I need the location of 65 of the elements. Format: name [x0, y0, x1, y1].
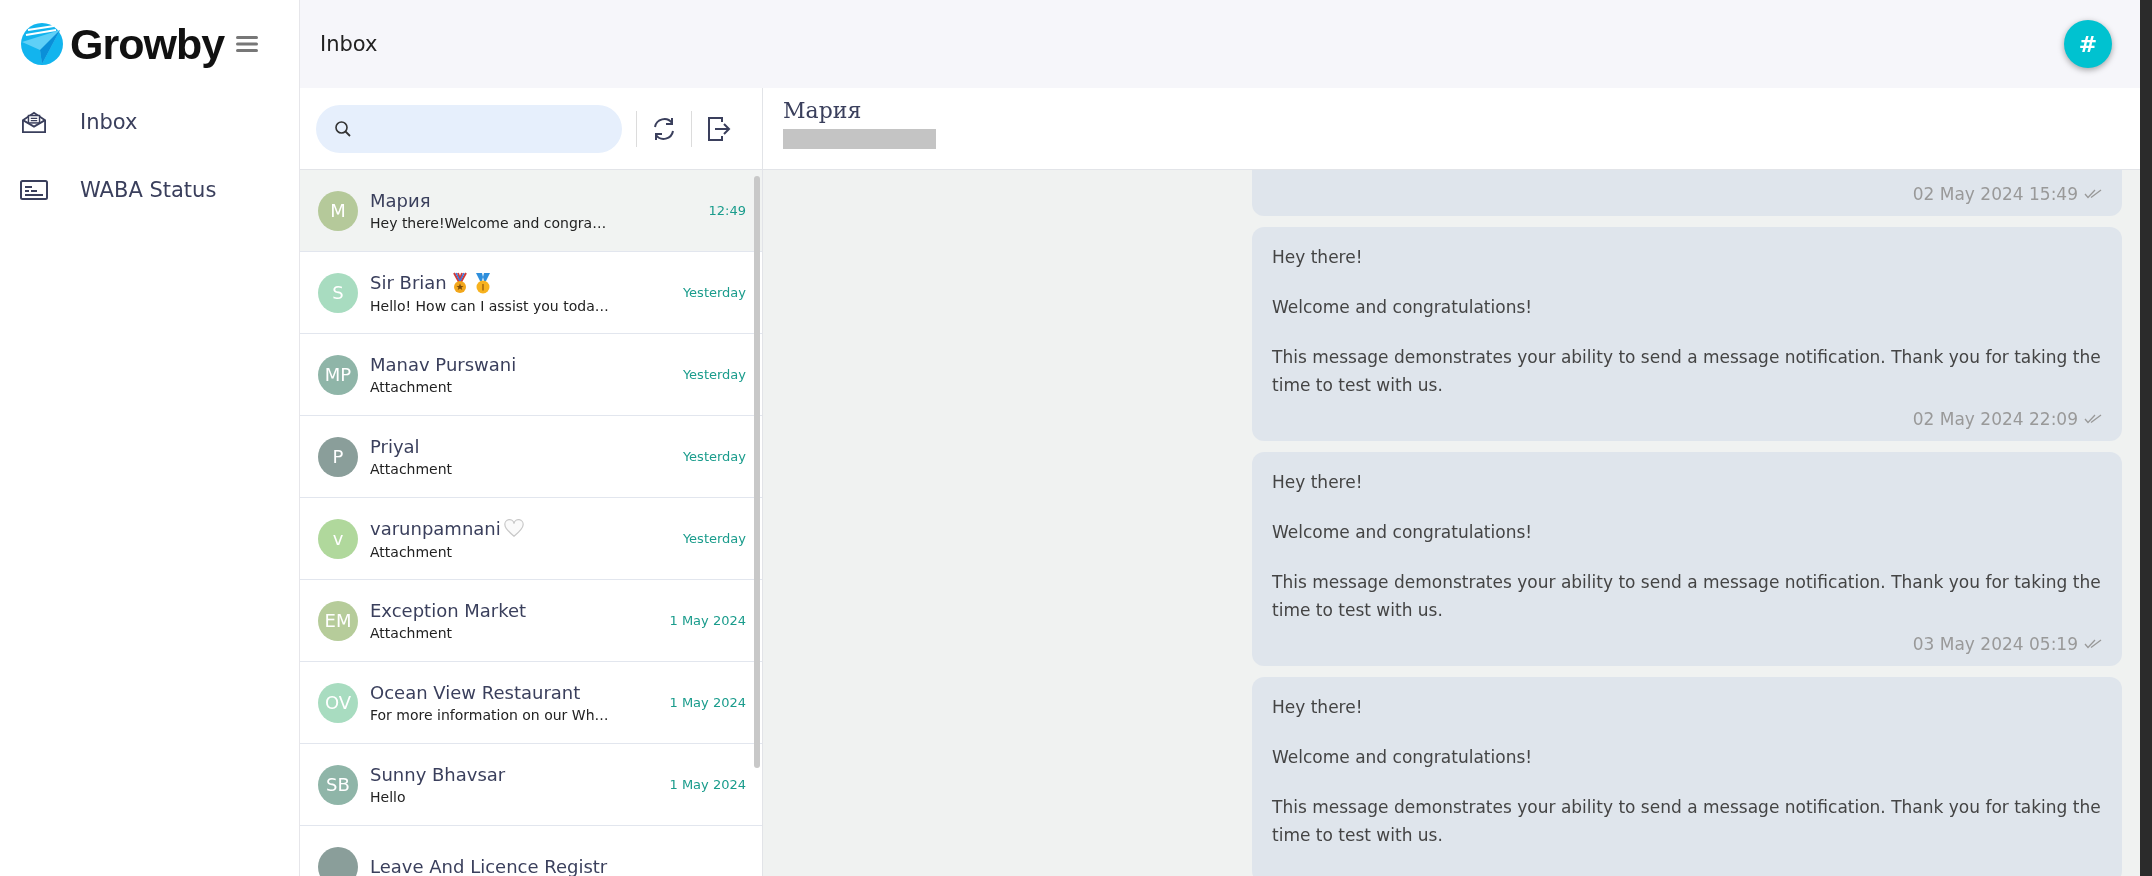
- message-text: Hey there!: [1272, 246, 1364, 269]
- brand-name: Growby: [70, 19, 225, 69]
- message-text: Welcome and congratulations!: [1272, 746, 1534, 769]
- message-time: Yesterday: [682, 367, 746, 382]
- avatar: v: [318, 518, 358, 559]
- avatar: OV: [318, 682, 358, 723]
- message-time: Yesterday: [682, 531, 746, 546]
- avatar: P: [318, 436, 358, 477]
- message-preview: Attachment: [370, 625, 454, 641]
- message-timestamp: 02 May 2024 15:49: [1912, 184, 2078, 204]
- message-text: This message demonstrates your ability to send a message notification. Thank you for taking the time to test with us.: [1272, 796, 2102, 847]
- avatar: EM: [318, 600, 358, 641]
- heart-icon: [503, 517, 524, 540]
- avatar: SB: [318, 764, 358, 805]
- double-check-icon: [2084, 189, 2102, 199]
- message-time: Yesterday: [682, 285, 746, 300]
- message-time: 1 May 2024: [669, 777, 746, 792]
- card-icon: [20, 178, 48, 202]
- message-timestamp: 02 May 2024 22:09: [1912, 409, 2078, 429]
- refresh-icon[interactable]: [651, 115, 677, 142]
- avatar: M: [318, 190, 358, 231]
- double-check-icon: [2084, 414, 2102, 424]
- contact-name: Manav Purswani: [370, 354, 517, 375]
- contact-name: Exception Market: [370, 600, 527, 621]
- message-preview: Attachment: [370, 461, 454, 477]
- avatar: MP: [318, 354, 358, 395]
- logout-icon[interactable]: [706, 115, 732, 142]
- message-time: 1 May 2024: [669, 613, 746, 628]
- page-title: Inbox: [320, 32, 378, 56]
- message-timestamp: 03 May 2024 05:19: [1912, 634, 2078, 654]
- contact-name: Leave And Licence Registr: [370, 856, 608, 876]
- message-text: This message demonstrates your ability to send a message notification. Thank you for taking the time to test with us.: [1272, 346, 2102, 397]
- message-time: Yesterday: [682, 449, 746, 464]
- search-icon: [334, 119, 352, 138]
- message-preview: Attachment: [370, 379, 454, 395]
- message-preview: Hello! How can I assist you toda…: [370, 297, 610, 314]
- message-preview: For more information on our Wh…: [370, 707, 610, 723]
- contact-name: Priyal: [370, 436, 420, 457]
- message-text: Hey there!: [1272, 696, 1364, 719]
- message-text: Hey there!: [1272, 471, 1364, 494]
- message-preview: Attachment: [370, 543, 454, 560]
- message-preview: Hello: [370, 789, 407, 805]
- contact-name: Ocean View Restaurant: [370, 682, 581, 703]
- conversation-item[interactable]: SB Sunny Bhavsar Hello 1 May 2024: [300, 744, 762, 826]
- contact-name: varunpamnani: [370, 518, 501, 539]
- search-field[interactable]: [316, 104, 622, 153]
- double-check-icon: [2084, 639, 2102, 649]
- contact-name: Мария: [783, 98, 863, 123]
- envelope-icon: [20, 110, 48, 134]
- nav-item[interactable]: Inbox: [0, 88, 299, 156]
- logo-icon: [20, 22, 64, 66]
- message-text: Welcome and congratulations!: [1272, 521, 1534, 544]
- conversation-item[interactable]: M Мария Hey there!Welcome and congra… 12:49: [300, 170, 762, 252]
- contact-name: Sir Brian: [370, 272, 447, 293]
- message-preview: Hey there!Welcome and congra…: [370, 215, 608, 231]
- contact-name: Мария: [370, 190, 431, 211]
- message-text: Welcome and congratulations!: [1272, 296, 1534, 319]
- contact-name: Sunny Bhavsar: [370, 764, 506, 785]
- nav-item[interactable]: WABA Status: [0, 156, 299, 224]
- conversation-item[interactable]: Leave And Licence Registr: [300, 826, 762, 876]
- menu-icon[interactable]: [236, 36, 259, 52]
- avatar: S: [318, 272, 358, 313]
- message-time: 1 May 2024: [669, 695, 746, 710]
- message-time: 12:49: [708, 203, 746, 218]
- message-text: This message demonstrates your ability to send a message notification. Thank you for taking the time to test with us.: [1272, 571, 2102, 622]
